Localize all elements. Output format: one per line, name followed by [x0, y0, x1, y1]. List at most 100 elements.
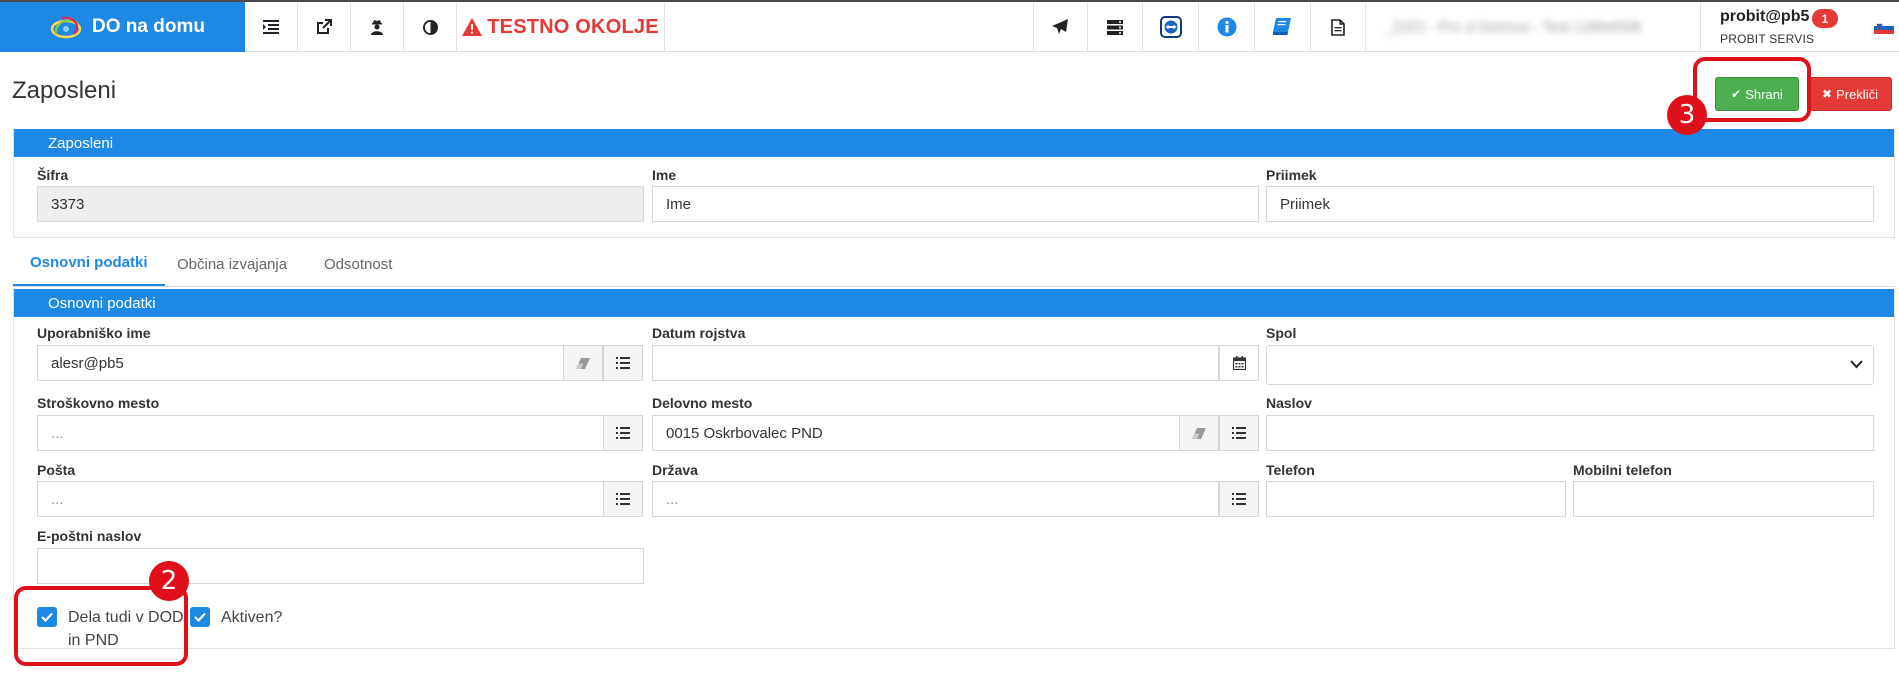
divider: [1700, 2, 1701, 52]
send-button[interactable]: [1033, 2, 1088, 52]
active-checkbox[interactable]: [190, 607, 210, 627]
clear-username-button[interactable]: [563, 345, 603, 381]
list-icon: [616, 493, 630, 505]
code-value: 3373: [51, 195, 85, 213]
username-input[interactable]: alesr@pb5: [37, 345, 597, 381]
tabs-divider: [13, 286, 1895, 287]
tab-label: Odsotnost: [324, 255, 393, 273]
email-input[interactable]: [37, 548, 644, 584]
active-label[interactable]: Aktiven?: [221, 606, 282, 629]
book-icon: [1273, 18, 1291, 35]
top-navbar: DO na domu TESTNO OKOLJE _DZO - Pro d Do…: [0, 0, 1899, 52]
username-value: alesr@pb5: [51, 354, 124, 372]
user-secret-icon: [371, 20, 383, 35]
last-name-label: Priimek: [1266, 167, 1317, 183]
remote-support-button[interactable]: [1143, 2, 1199, 52]
code-label: Šifra: [37, 167, 69, 183]
calendar-icon: [1232, 356, 1246, 370]
post-input[interactable]: ...: [37, 481, 604, 517]
phone-input[interactable]: [1266, 481, 1566, 517]
annotation-box-save: [1693, 57, 1811, 122]
list-icon: [1232, 427, 1246, 439]
address-label: Naslov: [1266, 395, 1312, 411]
panel-title: Zaposleni: [14, 129, 1894, 157]
first-name-value: Ime: [666, 195, 692, 213]
tab-basic-data[interactable]: Osnovni podatki: [13, 241, 165, 287]
birth-date-label: Datum rojstva: [652, 325, 746, 341]
teamviewer-icon: [1159, 16, 1182, 38]
last-name-input[interactable]: Priimek: [1266, 186, 1874, 222]
user-organization: PROBIT SERVIS: [1720, 32, 1815, 46]
indent-list-icon: [263, 20, 279, 34]
username-label: Uporabniško ime: [37, 325, 151, 341]
slovenia-flag-icon[interactable]: [1874, 22, 1894, 34]
country-list-button[interactable]: [1219, 481, 1259, 517]
mobile-label: Mobilni telefon: [1573, 462, 1672, 478]
username-list-button[interactable]: [603, 345, 643, 381]
document-button[interactable]: [1311, 2, 1366, 52]
external-link-button[interactable]: [298, 2, 351, 52]
page-title: Zaposleni: [12, 77, 117, 104]
mobile-input[interactable]: [1573, 481, 1874, 517]
first-name-label: Ime: [652, 167, 677, 183]
server-icon: [1107, 19, 1123, 35]
country-label: Država: [652, 462, 698, 478]
environment-label: TESTNO OKOLJE: [487, 15, 659, 38]
basic-data-panel: Osnovni podatki Uporabniško ime alesr@pb…: [13, 289, 1895, 649]
notification-badge[interactable]: 1: [1812, 9, 1838, 28]
brand-name: DO na domu: [92, 16, 205, 37]
workplace-input[interactable]: 0015 Oskrbovalec PND: [652, 415, 1219, 451]
workplace-list-button[interactable]: [1219, 415, 1259, 451]
tab-absence[interactable]: Odsotnost: [324, 241, 392, 287]
brand-home-link[interactable]: DO na domu: [0, 2, 245, 52]
cancel-label: Prekliči: [1836, 86, 1878, 102]
paper-plane-icon: [1052, 19, 1068, 34]
list-icon: [1232, 493, 1246, 505]
cost-center-list-button[interactable]: [603, 415, 643, 451]
cost-center-label: Stroškovno mesto: [37, 395, 160, 411]
user-secret-button[interactable]: [351, 2, 404, 52]
clear-workplace-button[interactable]: [1179, 415, 1219, 451]
gender-label: Spol: [1266, 325, 1297, 341]
eraser-icon: [576, 357, 590, 369]
first-name-input[interactable]: Ime: [652, 186, 1259, 222]
company-selector[interactable]: _DZO - Pro d Domovi - Test 12894508: [1385, 14, 1685, 40]
user-name: probit@pb5: [1720, 8, 1810, 25]
phone-label: Telefon: [1266, 462, 1315, 478]
tab-bar: Osnovni podatki Občina izvajanja Odsotno…: [13, 241, 1895, 287]
servers-button[interactable]: [1088, 2, 1143, 52]
workplace-value: 0015 Oskrbovalec PND: [666, 424, 823, 442]
post-list-button[interactable]: [603, 481, 643, 517]
info-button[interactable]: [1199, 2, 1255, 52]
app-root: DO na domu TESTNO OKOLJE _DZO - Pro d Do…: [0, 0, 1899, 692]
tab-municipality[interactable]: Občina izvajanja: [177, 241, 287, 287]
user-menu[interactable]: probit@pb5 PROBIT SERVIS: [1720, 8, 1814, 46]
address-input[interactable]: [1266, 415, 1874, 451]
menu-toggle-button[interactable]: [245, 2, 298, 52]
close-icon: ✖: [1822, 87, 1833, 101]
post-placeholder: ...: [51, 490, 64, 508]
contrast-toggle-button[interactable]: [404, 2, 457, 52]
list-icon: [616, 427, 630, 439]
code-input[interactable]: 3373: [37, 186, 644, 222]
tab-label: Osnovni podatki: [30, 254, 148, 271]
annotation-marker-2: 2: [149, 561, 189, 601]
contrast-icon: [422, 19, 438, 35]
last-name-value: Priimek: [1280, 195, 1331, 213]
employee-header-panel: Zaposleni Šifra 3373 Ime Ime Priimek Pri…: [13, 129, 1895, 238]
logo-icon: [50, 16, 82, 39]
birth-date-input[interactable]: [652, 345, 1219, 381]
cost-center-input[interactable]: ...: [37, 415, 604, 451]
cancel-button[interactable]: ✖ Prekliči: [1808, 77, 1892, 111]
email-label: E-poštni naslov: [37, 528, 142, 544]
date-picker-button[interactable]: [1219, 345, 1259, 381]
test-environment-indicator: TESTNO OKOLJE: [457, 2, 665, 52]
post-label: Pošta: [37, 462, 76, 478]
gender-select[interactable]: [1266, 345, 1874, 385]
chevron-down-icon: [1850, 360, 1863, 369]
annotation-marker-3: 3: [1667, 95, 1707, 135]
country-input[interactable]: ...: [652, 481, 1219, 517]
tab-label: Občina izvajanja: [177, 255, 288, 273]
manual-button[interactable]: [1255, 2, 1311, 52]
external-link-icon: [317, 19, 332, 34]
